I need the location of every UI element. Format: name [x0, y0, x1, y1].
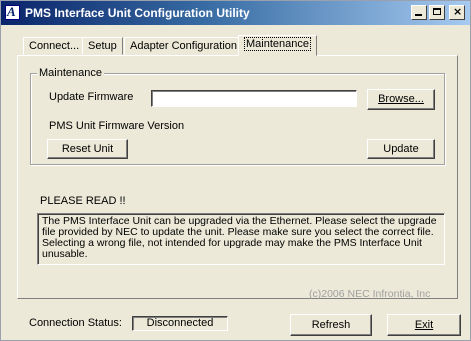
update-button[interactable]: Update [367, 139, 435, 159]
connection-status-label: Connection Status: [29, 317, 122, 329]
copyright-text: (c)2006 NEC Infrontia, Inc [309, 288, 431, 300]
connection-status-value: Disconnected [132, 316, 228, 331]
title-bar[interactable]: A PMS Interface Unit Configuration Utili… [1, 1, 470, 25]
reset-unit-button[interactable]: Reset Unit [47, 139, 128, 159]
tab-maintenance[interactable]: Maintenance [238, 35, 317, 56]
please-read-heading: PLEASE READ !! [40, 195, 126, 207]
firmware-path-input[interactable] [151, 90, 357, 107]
exit-button[interactable]: Exit [387, 314, 461, 336]
maximize-icon[interactable] [429, 5, 445, 20]
browse-button[interactable]: Browse... [367, 89, 435, 110]
update-firmware-label: Update Firmware [49, 91, 134, 103]
minimize-icon[interactable] [411, 5, 427, 20]
app-icon[interactable]: A [5, 4, 20, 20]
window-title: PMS Interface Unit Configuration Utility [25, 6, 250, 20]
refresh-button[interactable]: Refresh [290, 314, 372, 336]
upgrade-notice-text: The PMS Interface Unit can be upgraded v… [37, 213, 445, 265]
tab-adapter-configuration[interactable]: Adapter Configuration [124, 37, 244, 55]
maintenance-group-label: Maintenance [37, 67, 104, 79]
firmware-version-label: PMS Unit Firmware Version [49, 120, 185, 132]
app-window: A PMS Interface Unit Configuration Utili… [0, 0, 471, 341]
close-icon[interactable]: × [449, 5, 465, 20]
tab-connect[interactable]: Connect... [23, 37, 86, 55]
tab-setup[interactable]: Setup [82, 37, 123, 55]
